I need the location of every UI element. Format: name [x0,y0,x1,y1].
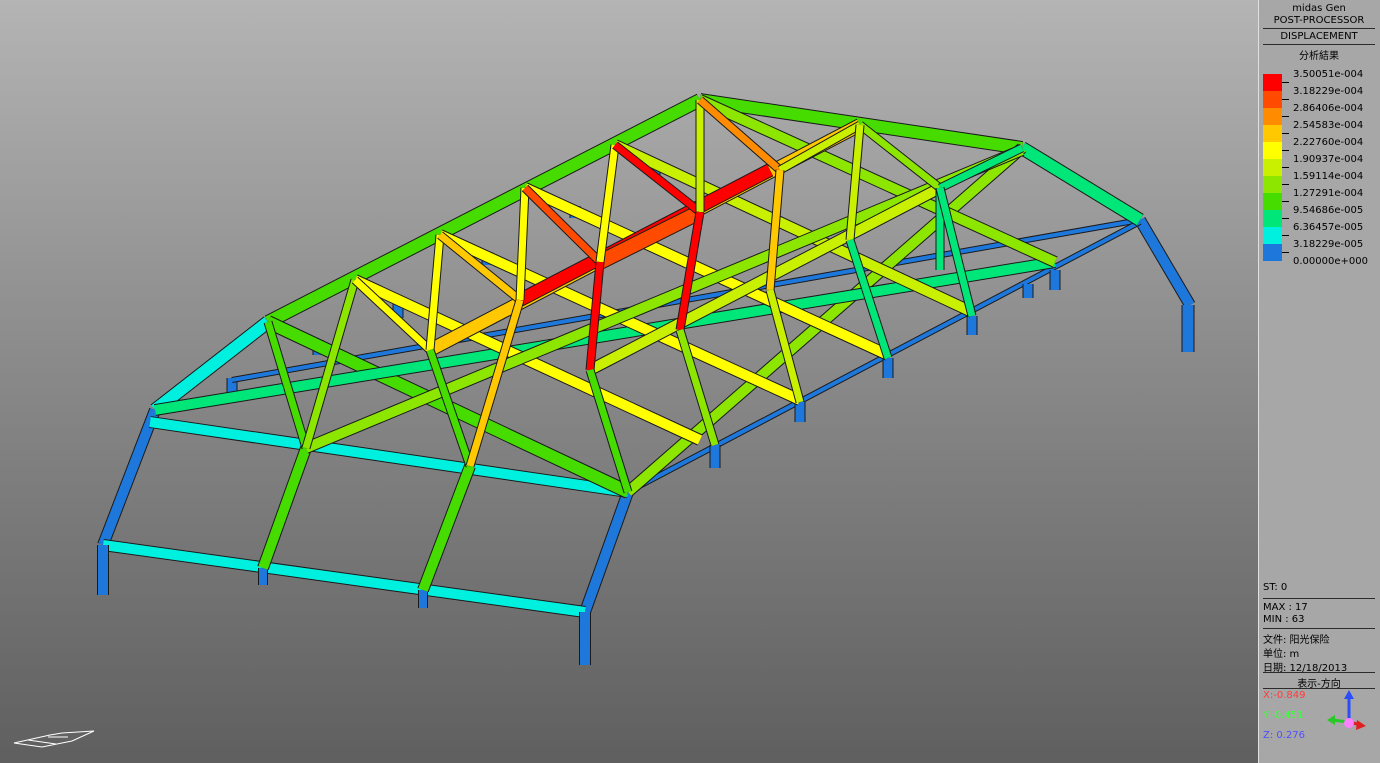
divider [1263,672,1375,673]
legend-swatch [1263,108,1282,125]
legend-value: 3.18229e-004 [1293,86,1364,97]
legend-swatch [1263,91,1282,108]
legend-swatch [1263,159,1282,176]
divider [1263,688,1375,689]
divider [1263,44,1375,45]
unit-label: 单位: m [1263,649,1300,660]
legend-swatch [1263,210,1282,227]
view-plane-icon [13,730,95,748]
view-vector-x: X:-0.849 [1263,690,1306,701]
module-title: POST-PROCESSOR [1273,15,1365,26]
displacement-color-legend: 3.50051e-004 3.18229e-004 2.86406e-004 2… [1259,69,1379,278]
truss-member [265,94,703,328]
legend-tick [1282,133,1289,134]
model-viewport[interactable] [0,0,1258,763]
legend-swatch [1263,193,1282,210]
legend-value: 2.54583e-004 [1293,120,1364,131]
truss-member [418,464,475,592]
result-type: DISPLACEMENT [1280,31,1358,42]
legend-value: 2.86406e-004 [1293,103,1364,114]
legend-value: 1.90937e-004 [1293,154,1364,165]
legend-tick [1282,99,1289,100]
truss-member [1135,217,1195,308]
truss-member [1018,142,1144,226]
legend-value: 1.27291e-004 [1293,188,1364,199]
legend-swatch [1263,74,1282,91]
divider [1263,628,1375,629]
truss-member [586,261,604,371]
legend-tick [1282,82,1289,83]
min-node: MIN : 63 [1263,614,1305,625]
divider [1263,598,1375,599]
truss-member [98,408,160,547]
legend-value: 6.36457e-005 [1293,222,1364,233]
legend-swatch [1263,125,1282,142]
legend-value: 3.50051e-004 [1293,69,1364,80]
analysis-title: 分析結果 [1299,51,1339,62]
result-legend-panel: midas Gen POST-PROCESSOR DISPLACEMENT 分析… [1258,0,1380,763]
max-node: MAX : 17 [1263,602,1308,613]
truss-member [580,490,633,614]
truss-member [102,540,586,617]
app-name: midas Gen [1292,3,1346,14]
view-vector-z: Z: 0.276 [1263,730,1306,741]
legend-tick [1282,218,1289,219]
legend-tick [1282,150,1289,151]
legend-swatch [1263,227,1282,244]
legend-value: 3.18229e-005 [1293,239,1364,250]
truss-member [426,234,444,351]
divider [1263,28,1375,29]
legend-value: 0.00000e+000 [1293,256,1368,267]
legend-tick [1282,235,1289,236]
legend-swatch [1263,176,1282,193]
legend-tick [1282,167,1289,168]
truss-member [516,187,529,301]
truss-member [596,205,704,269]
legend-value: 1.59114e-004 [1293,171,1364,182]
legend-swatch [1263,244,1282,261]
file-name: 文件: 阳光保险 [1263,635,1330,646]
legend-tick [1282,201,1289,202]
truss-model-render [97,93,1196,665]
view-vector-y: Y:-0.451 [1263,710,1304,721]
legend-value: 2.22760e-004 [1293,137,1364,148]
legend-tick [1282,116,1289,117]
legend-tick [1282,184,1289,185]
step-label: ST: 0 [1263,582,1288,593]
legend-swatch [1263,142,1282,159]
truss-member [258,446,311,570]
legend-value: 9.54686e-005 [1293,205,1364,216]
axis-triad-icon [1327,690,1366,730]
legend-tick [1282,252,1289,253]
